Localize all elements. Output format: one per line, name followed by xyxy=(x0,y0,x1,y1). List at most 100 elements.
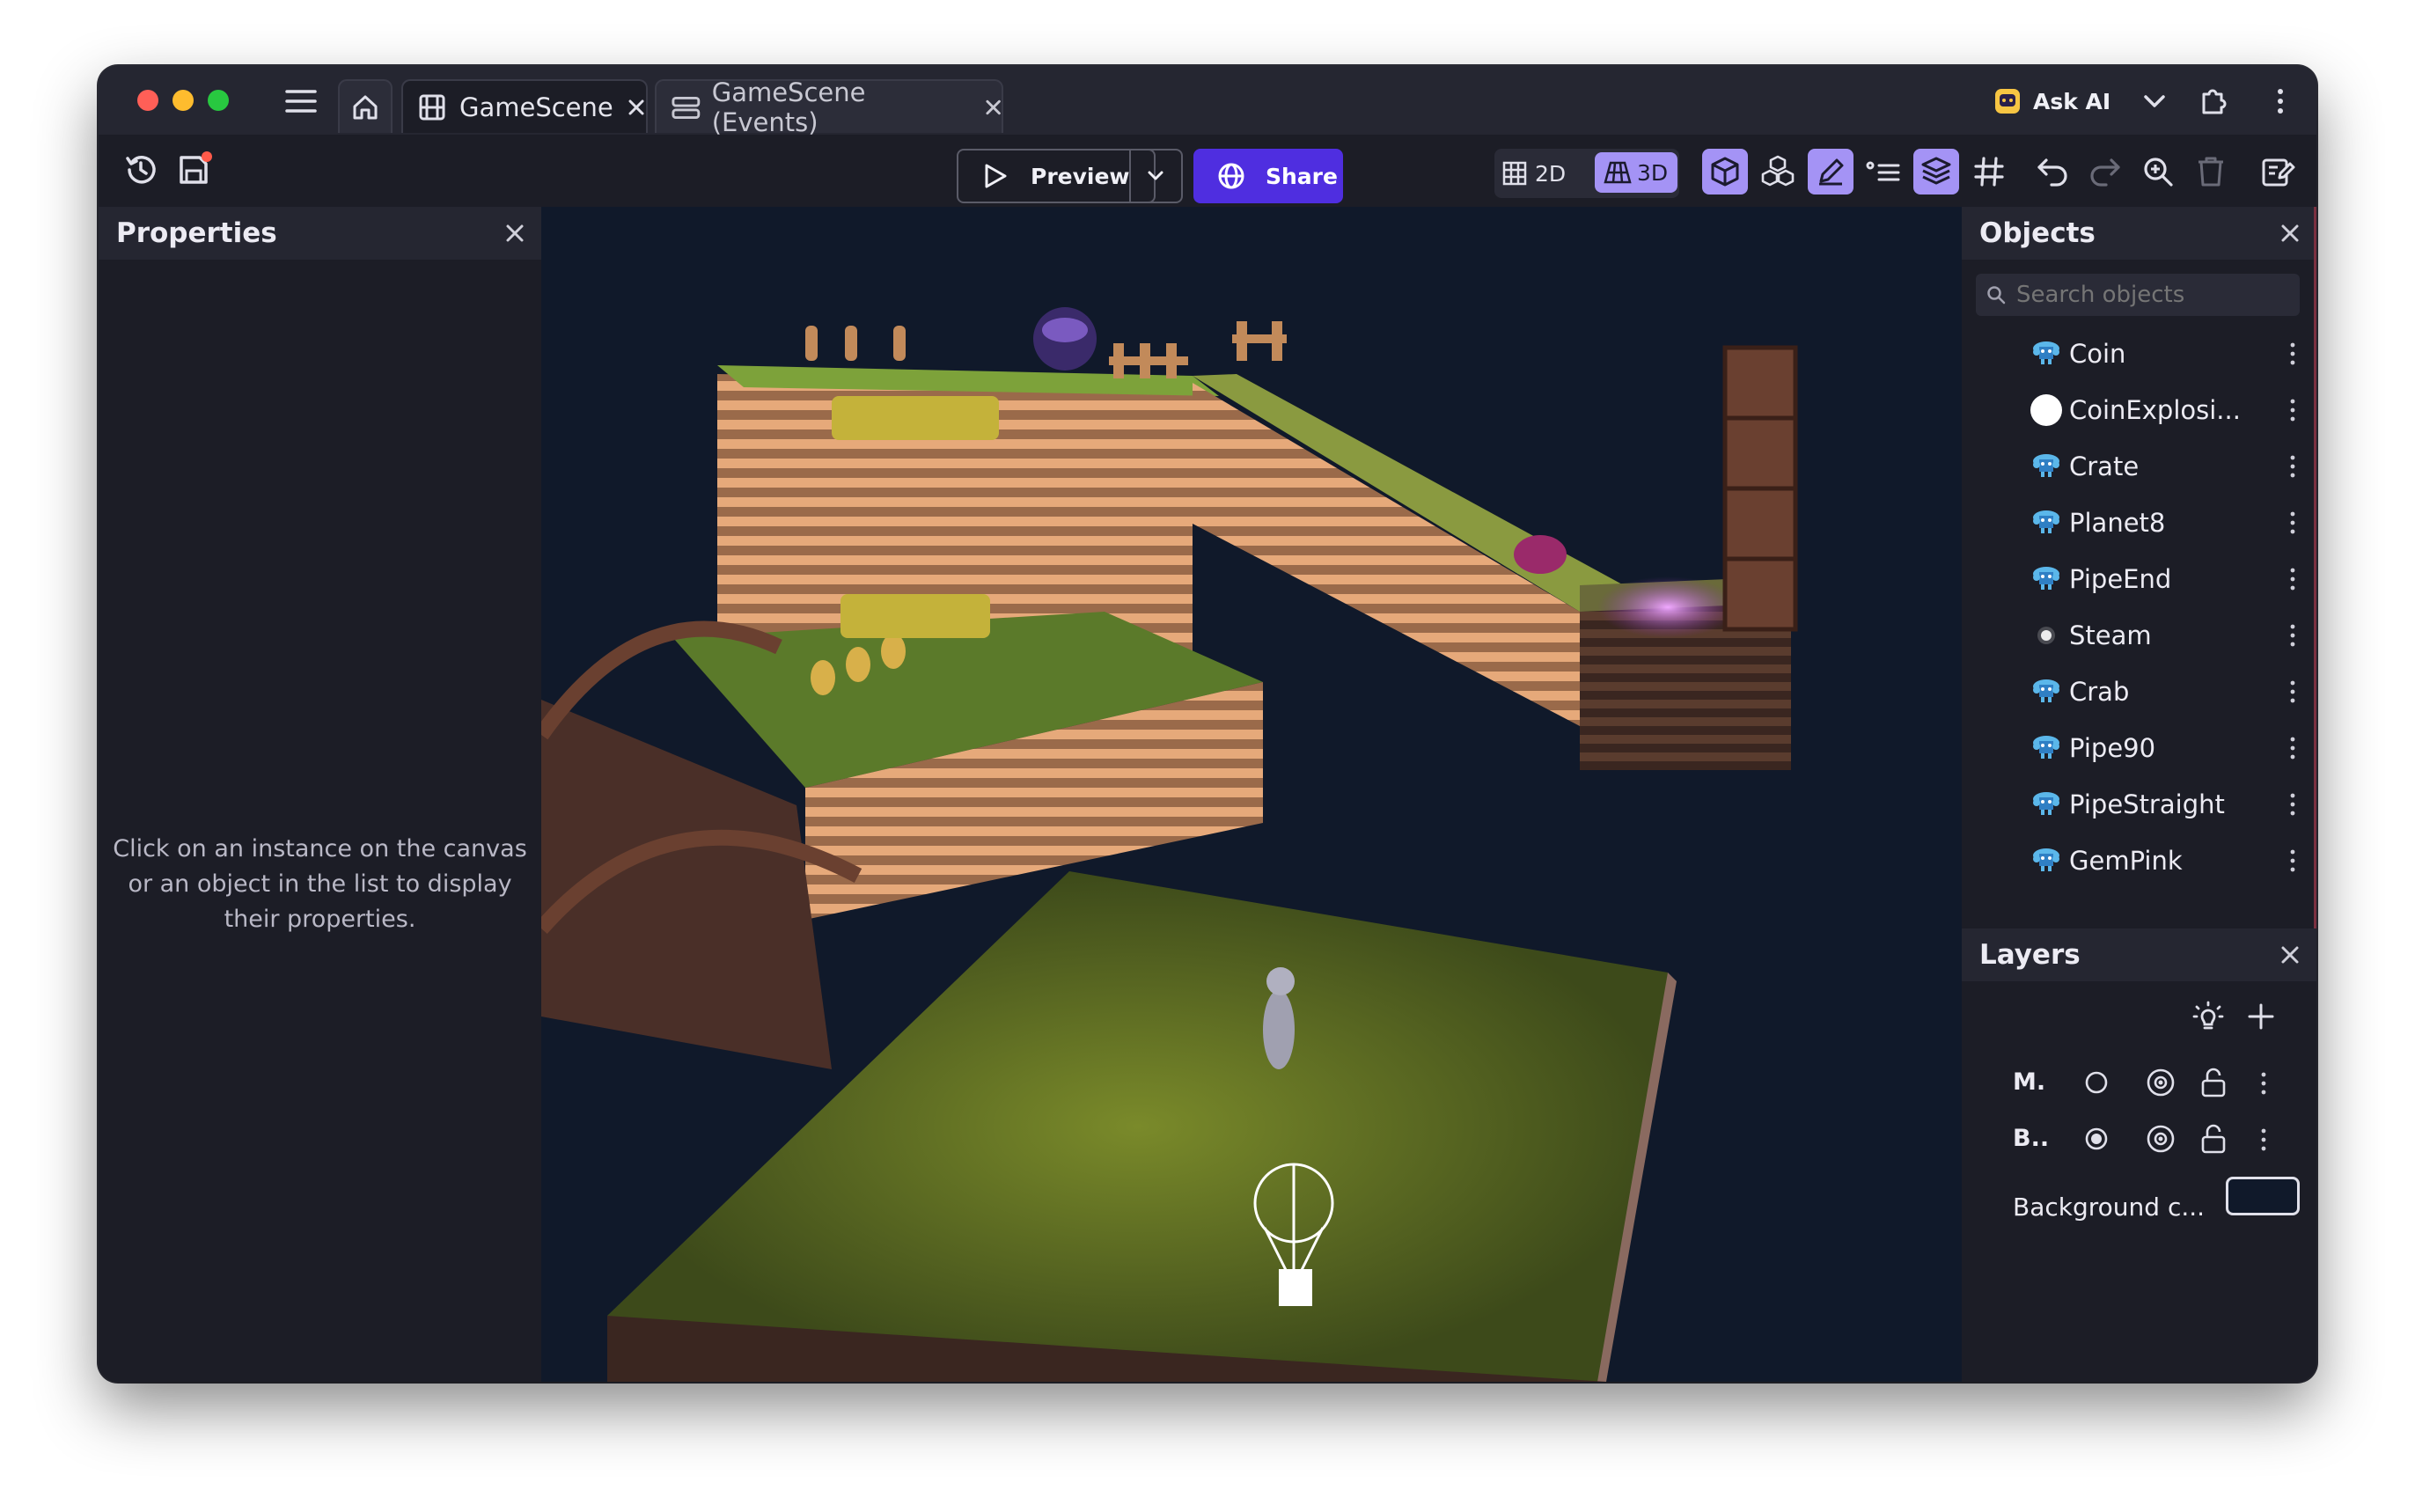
search-box[interactable] xyxy=(1976,274,2300,316)
delete-icon[interactable] xyxy=(2188,149,2234,195)
undo-icon[interactable] xyxy=(2030,149,2075,195)
preview-options-button[interactable] xyxy=(1130,149,1183,203)
lighting-layer-icon[interactable] xyxy=(2189,997,2228,1036)
object-groups-icon[interactable] xyxy=(1755,149,1801,195)
chevron-down-icon xyxy=(1148,171,1163,180)
3d-model-icon xyxy=(2029,336,2064,371)
particle-icon xyxy=(2029,618,2064,653)
3d-object-icon[interactable] xyxy=(1702,149,1748,195)
radio-icon[interactable] xyxy=(2083,1069,2110,1096)
close-icon[interactable] xyxy=(628,99,645,116)
object-item[interactable]: Coin xyxy=(1962,326,2316,382)
layer-row[interactable]: B.. xyxy=(1962,1112,2316,1165)
3d-model-icon xyxy=(2029,730,2064,766)
object-item[interactable]: Planet8 xyxy=(1962,495,2316,551)
chevron-down-icon[interactable] xyxy=(2137,84,2172,119)
close-icon[interactable] xyxy=(504,223,525,244)
object-item[interactable]: GemPink xyxy=(1962,833,2316,889)
save-icon xyxy=(180,151,212,184)
lock-open-icon[interactable] xyxy=(2199,1123,2228,1155)
more-options-icon[interactable] xyxy=(2290,397,2295,423)
object-item[interactable]: Pipe90 xyxy=(1962,720,2316,776)
object-item[interactable]: Crate xyxy=(1962,438,2316,495)
extensions-icon[interactable] xyxy=(2193,82,2232,121)
object-name: Crate xyxy=(2069,451,2140,481)
layers-header: Layers xyxy=(1962,928,2316,981)
3d-model-icon xyxy=(2029,843,2064,878)
grid-toggle-icon[interactable] xyxy=(1966,149,2012,195)
3d-model-icon xyxy=(2029,561,2064,597)
layers-icon[interactable] xyxy=(1913,149,1959,195)
message-line: or an object in the list to display xyxy=(128,870,512,898)
objects-panel: Objects Coin CoinExplosi... Crate Planet8 Pi… xyxy=(1962,207,2316,928)
history-icon[interactable] xyxy=(120,149,162,191)
maximize-window-button[interactable] xyxy=(208,90,229,111)
zoom-icon[interactable] xyxy=(2135,149,2181,195)
more-options-icon[interactable] xyxy=(2290,622,2295,649)
save-button[interactable] xyxy=(172,149,215,191)
eye-icon[interactable] xyxy=(2145,1123,2176,1155)
add-layer-icon[interactable] xyxy=(2242,997,2280,1036)
more-options-icon[interactable] xyxy=(2290,848,2295,874)
edit-icon[interactable] xyxy=(1808,149,1853,195)
more-options-icon[interactable] xyxy=(2290,735,2295,761)
object-name: Steam xyxy=(2069,620,2152,650)
search-input[interactable] xyxy=(2015,281,2291,309)
close-icon[interactable] xyxy=(2279,944,2301,965)
tab-gamescene-events[interactable]: GameScene (Events) xyxy=(655,77,1003,137)
more-options-icon[interactable] xyxy=(2267,84,2294,119)
3d-scene-view xyxy=(541,307,1798,1382)
close-icon[interactable] xyxy=(2279,223,2301,244)
layers-panel: Layers M. B.. Background c... xyxy=(1962,928,2316,1382)
panel-title: Objects xyxy=(1979,217,2096,249)
preview-button[interactable]: Preview xyxy=(957,149,1156,203)
close-icon[interactable] xyxy=(985,99,1002,116)
more-options-icon[interactable] xyxy=(2290,566,2295,592)
properties-panel: Properties Click on an instance on the c… xyxy=(99,207,541,1382)
radio-selected-icon[interactable] xyxy=(2083,1126,2110,1152)
object-item[interactable]: CoinExplosi... xyxy=(1962,382,2316,438)
object-item[interactable]: Crab xyxy=(1962,664,2316,720)
more-options-icon[interactable] xyxy=(2290,791,2295,818)
share-button[interactable]: Share xyxy=(1193,149,1343,203)
object-name: CoinExplosi... xyxy=(2069,395,2241,425)
more-options-icon[interactable] xyxy=(2290,453,2295,480)
3d-model-icon xyxy=(2029,787,2064,822)
instances-list-icon[interactable] xyxy=(1861,149,1906,195)
preview-label: Preview xyxy=(1031,163,1130,189)
events-icon xyxy=(672,96,701,119)
view-3d-button[interactable]: 3D xyxy=(1595,152,1677,193)
menu-icon[interactable] xyxy=(282,84,320,119)
scene-canvas[interactable] xyxy=(541,207,1962,1382)
background-color-swatch[interactable] xyxy=(2226,1177,2300,1215)
minimize-window-button[interactable] xyxy=(172,90,194,111)
more-options-icon[interactable] xyxy=(2290,510,2295,536)
globe-icon xyxy=(1218,163,1244,189)
redo-icon[interactable] xyxy=(2082,149,2128,195)
layer-row[interactable]: M. xyxy=(1962,1056,2316,1109)
3d-model-icon xyxy=(2029,505,2064,540)
objects-list: Coin CoinExplosi... Crate Planet8 PipeEnd Ste… xyxy=(1962,326,2316,928)
object-name: Crab xyxy=(2069,677,2130,707)
more-options-icon[interactable] xyxy=(2290,679,2295,705)
ask-ai-button[interactable]: Ask AI xyxy=(1993,84,2110,119)
scene-toolbar: Preview Share 2D 3D xyxy=(99,135,2316,207)
panel-edge xyxy=(2314,207,2316,928)
eye-icon[interactable] xyxy=(2145,1067,2176,1098)
view-2d-button[interactable]: 2D xyxy=(1501,154,1566,193)
properties-header: Properties xyxy=(99,207,541,260)
object-name: Planet8 xyxy=(2069,508,2166,538)
object-item[interactable]: PipeEnd xyxy=(1962,551,2316,607)
lock-open-icon[interactable] xyxy=(2199,1067,2228,1098)
home-tab[interactable] xyxy=(338,79,393,133)
tab-gamescene[interactable]: GameScene xyxy=(401,79,648,133)
more-options-icon[interactable] xyxy=(2290,341,2295,367)
message-line: Click on an instance on the canvas xyxy=(113,835,527,862)
close-window-button[interactable] xyxy=(137,90,158,111)
more-options-icon[interactable] xyxy=(2261,1127,2266,1153)
object-item[interactable]: PipeStraight xyxy=(1962,776,2316,833)
more-options-icon[interactable] xyxy=(2261,1070,2266,1097)
search-icon xyxy=(1987,286,2006,305)
object-item[interactable]: Steam xyxy=(1962,607,2316,664)
edit-scene-properties-icon[interactable] xyxy=(2255,149,2301,195)
